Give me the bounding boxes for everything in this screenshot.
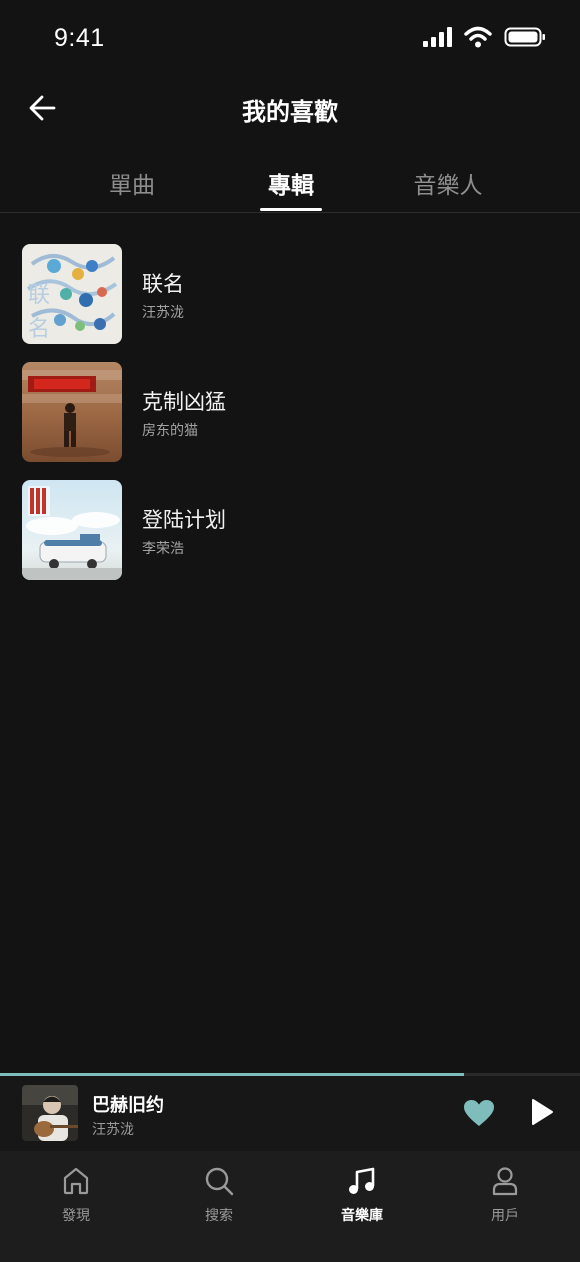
album-artist: 房东的猫 <box>142 423 198 439</box>
wifi-icon <box>464 26 492 48</box>
nav-search[interactable]: 搜索 <box>174 1163 264 1227</box>
status-bar: 9:41 <box>0 0 580 78</box>
svg-text:联: 联 <box>28 283 50 308</box>
nav-label: 搜索 <box>205 1208 233 1224</box>
album-cover <box>22 480 122 580</box>
nav-library[interactable]: 音樂庫 <box>317 1163 407 1227</box>
now-playing-artist: 汪苏泷 <box>92 1122 134 1138</box>
svg-text:名: 名 <box>28 317 50 342</box>
album-cover: 联 名 <box>22 244 122 344</box>
album-cover <box>22 362 122 462</box>
nav-user[interactable]: 用戶 <box>460 1163 550 1227</box>
like-button[interactable] <box>462 1098 496 1132</box>
now-playing-cover <box>22 1085 78 1141</box>
home-icon <box>63 1167 89 1195</box>
play-button[interactable] <box>528 1097 556 1131</box>
tab-albums[interactable]: 專輯 <box>245 166 337 200</box>
search-icon <box>205 1167 234 1196</box>
album-title: 联名 <box>142 272 184 296</box>
nav-discover[interactable]: 發現 <box>31 1163 121 1227</box>
playback-progress-fill <box>0 1073 464 1076</box>
bottom-nav: 發現 搜索 音樂庫 用戶 <box>0 1151 580 1262</box>
album-row[interactable]: 登陆计划 李荣浩 <box>0 466 580 580</box>
nav-label: 發現 <box>62 1208 90 1224</box>
active-tab-indicator <box>260 208 322 211</box>
status-icons <box>422 26 546 48</box>
music-note-icon <box>349 1167 375 1194</box>
page-title: 我的喜歡 <box>242 98 338 126</box>
status-time: 9:41 <box>54 24 105 52</box>
nav-label: 用戶 <box>491 1208 519 1224</box>
user-icon <box>492 1167 518 1196</box>
tab-singles[interactable]: 單曲 <box>86 166 178 200</box>
now-playing-title: 巴赫旧约 <box>92 1095 164 1116</box>
play-icon <box>532 1099 553 1125</box>
playback-progress-track <box>0 1073 580 1076</box>
mini-player[interactable]: 巴赫旧约 汪苏泷 <box>0 1073 580 1151</box>
heart-icon <box>464 1100 494 1126</box>
nav-label: 音樂庫 <box>341 1208 383 1224</box>
battery-icon <box>504 27 545 47</box>
tab-bar: 單曲 專輯 音樂人 <box>0 150 580 213</box>
album-title: 克制凶猛 <box>142 390 226 414</box>
album-row[interactable]: 克制凶猛 房东的猫 <box>0 348 580 462</box>
album-row[interactable]: 联 名 联名 汪苏泷 <box>0 230 580 344</box>
album-title: 登陆计划 <box>142 508 226 532</box>
tab-artists[interactable]: 音樂人 <box>398 166 498 200</box>
album-artist: 汪苏泷 <box>142 305 184 321</box>
album-artist: 李荣浩 <box>142 541 184 557</box>
header: 我的喜歡 <box>0 78 580 138</box>
signal-icon <box>423 27 452 47</box>
